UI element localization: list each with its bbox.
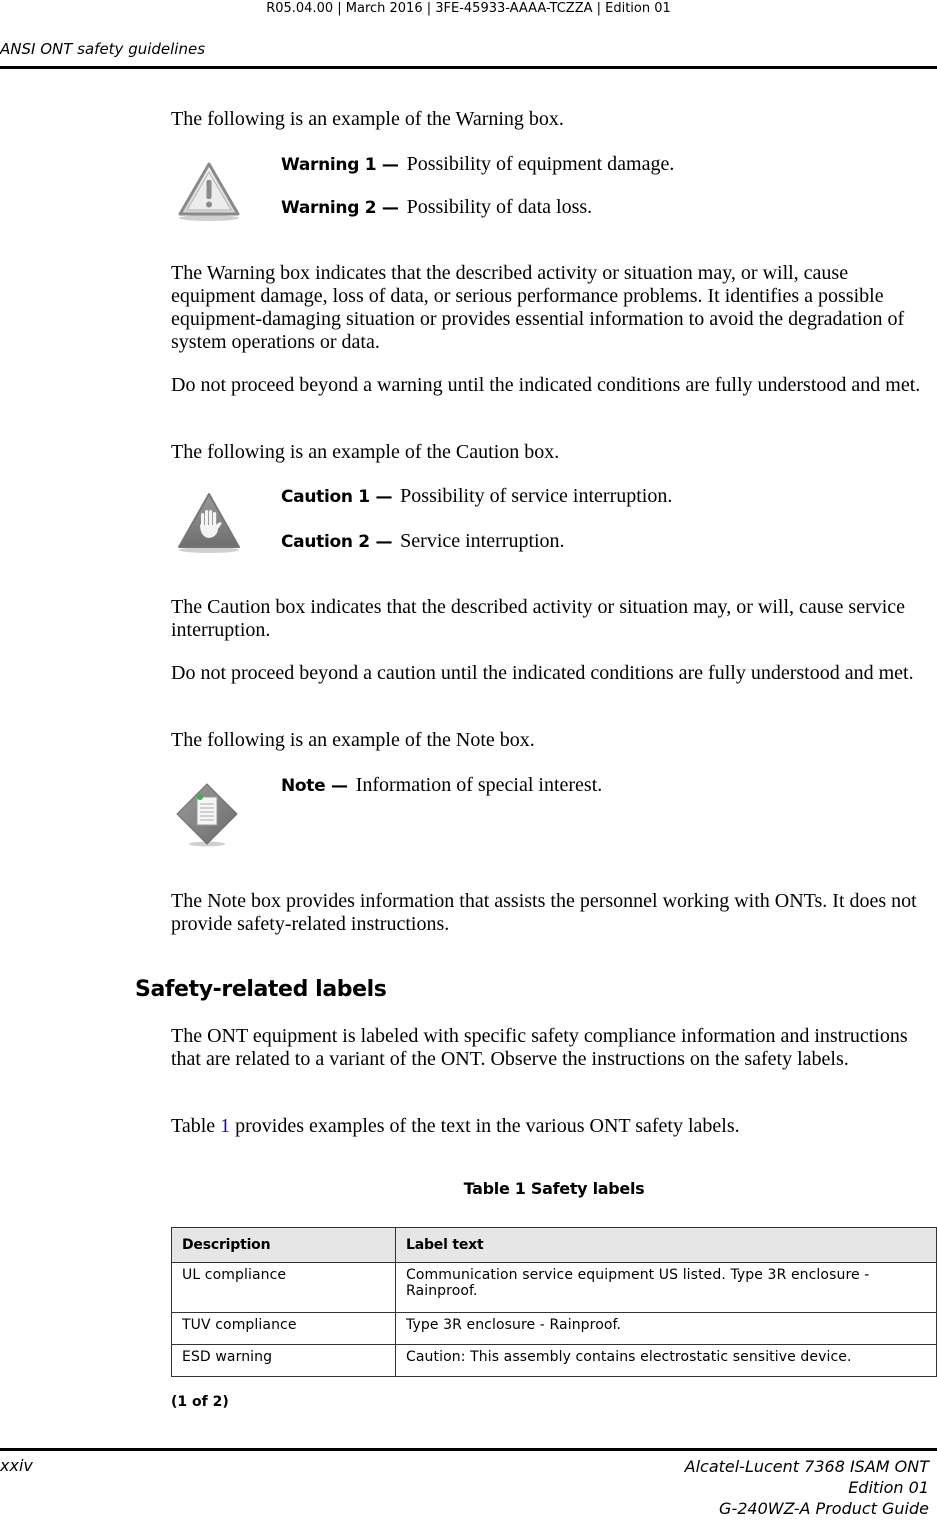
warning-label: Warning 1 — [281, 155, 399, 175]
warning-text: Possibility of data loss. [406, 196, 593, 218]
note-diamond-document-icon [176, 783, 238, 847]
caution-text: Service interruption. [400, 530, 565, 552]
note-intro-text: The following is an example of the Note … [171, 729, 535, 751]
document-meta: R05.04.00 | March 2016 | 3FE-45933-AAAA-… [266, 1, 671, 16]
section-heading: Safety-related labels [135, 977, 387, 1002]
caution-triangle-hand-icon [178, 493, 240, 553]
warning-box: Warning 1 — Possibility of equipment dama… [176, 150, 937, 221]
table-row: ESD warning Caution: This assembly conta… [171, 1344, 937, 1377]
cell-label-text: Caution: This assembly contains electros… [395, 1344, 937, 1377]
note-description-text: The Note box provides information that a… [171, 890, 917, 935]
caution-intro: The following is an example of the Cauti… [171, 441, 937, 464]
caution-label: Caution 1 — [281, 487, 393, 507]
table-header-row: Description Label text [171, 1227, 937, 1263]
caution-description: The Caution box indicates that the descr… [171, 596, 937, 642]
note-text: Information of special interest. [355, 774, 603, 796]
footer-edition: Edition 01 [848, 1478, 929, 1497]
table-row: UL compliance Communication service equi… [171, 1262, 937, 1313]
warning-item: Warning 1 — Possibility of equipment dama… [281, 153, 674, 176]
cell-description: ESD warning [171, 1344, 396, 1377]
warning-description: The Warning box indicates that the descr… [171, 262, 937, 354]
note-label: Note — [281, 776, 348, 796]
caution-instruction: Do not proceed beyond a caution until th… [171, 662, 937, 685]
cell-description: TUV compliance [171, 1312, 396, 1345]
footer-product-line: Alcatel-Lucent 7368 ISAM ONT [684, 1457, 929, 1476]
caution-box: Caution 1 — Possibility of service interr… [176, 483, 937, 558]
warning-text: Possibility of equipment damage. [406, 153, 675, 175]
warning-item: Warning 2 — Possibility of data loss. [281, 196, 592, 219]
running-title: ANSI ONT safety guidelines [0, 40, 206, 58]
table-reference-text: Table 1 provides examples of the text in… [171, 1115, 937, 1138]
table-reference-paragraph: Table 1 provides examples of the text in… [171, 1115, 937, 1138]
note-box: Note — Information of special interest. [176, 772, 937, 852]
safety-labels-intro: The ONT equipment is labeled with specif… [171, 1025, 937, 1071]
cell-label-text: Type 3R enclosure - Rainproof. [395, 1312, 937, 1345]
caution-intro-text: The following is an example of the Cauti… [171, 441, 560, 463]
table-1-link[interactable]: 1 [220, 1115, 230, 1137]
footer-rule [0, 1448, 937, 1451]
warning-description-text: The Warning box indicates that the descr… [171, 262, 905, 353]
table-row: TUV compliance Type 3R enclosure - Rainp… [171, 1312, 937, 1345]
caution-text: Possibility of service interruption. [400, 485, 673, 507]
caution-description-text: The Caution box indicates that the descr… [171, 596, 906, 641]
header-rule [0, 66, 937, 69]
footer-guide-title: G-240WZ-A Product Guide [719, 1499, 929, 1518]
warning-label: Warning 2 — [281, 198, 399, 218]
note-intro: The following is an example of the Note … [171, 729, 937, 752]
column-header-description: Description [171, 1227, 396, 1263]
safety-labels-table: Description Label text UL compliance Com… [171, 1227, 937, 1377]
caution-label: Caution 2 — [281, 532, 393, 552]
caution-item: Caution 1 — Possibility of service interr… [281, 485, 672, 508]
cell-label-text: Communication service equipment US liste… [395, 1262, 937, 1313]
safety-labels-intro-text: The ONT equipment is labeled with specif… [171, 1025, 908, 1070]
warning-intro: The following is an example of the Warni… [171, 108, 937, 131]
footer-product-info: Alcatel-Lucent 7368 ISAM ONT Edition 01 … [685, 1456, 929, 1519]
warning-intro-text: The following is an example of the Warni… [171, 108, 564, 130]
page-number: xxiv [0, 1456, 33, 1475]
note-description: The Note box provides information that a… [171, 890, 937, 936]
caution-item: Caution 2 — Service interruption. [281, 530, 565, 553]
warning-instruction-text: Do not proceed beyond a warning until th… [171, 374, 921, 396]
warning-instruction: Do not proceed beyond a warning until th… [171, 374, 937, 397]
column-header-label-text: Label text [395, 1227, 937, 1263]
caution-instruction-text: Do not proceed beyond a caution until th… [171, 662, 914, 684]
table-reference-prefix: Table [171, 1115, 221, 1137]
table-continuation: (1 of 2) [171, 1394, 229, 1410]
note-item: Note — Information of special interest. [281, 774, 602, 797]
warning-triangle-exclamation-icon [178, 162, 240, 221]
table-caption: Table 1 Safety labels [463, 1179, 645, 1198]
table-reference-suffix: provides examples of the text in the var… [230, 1115, 740, 1137]
cell-description: UL compliance [171, 1262, 396, 1313]
